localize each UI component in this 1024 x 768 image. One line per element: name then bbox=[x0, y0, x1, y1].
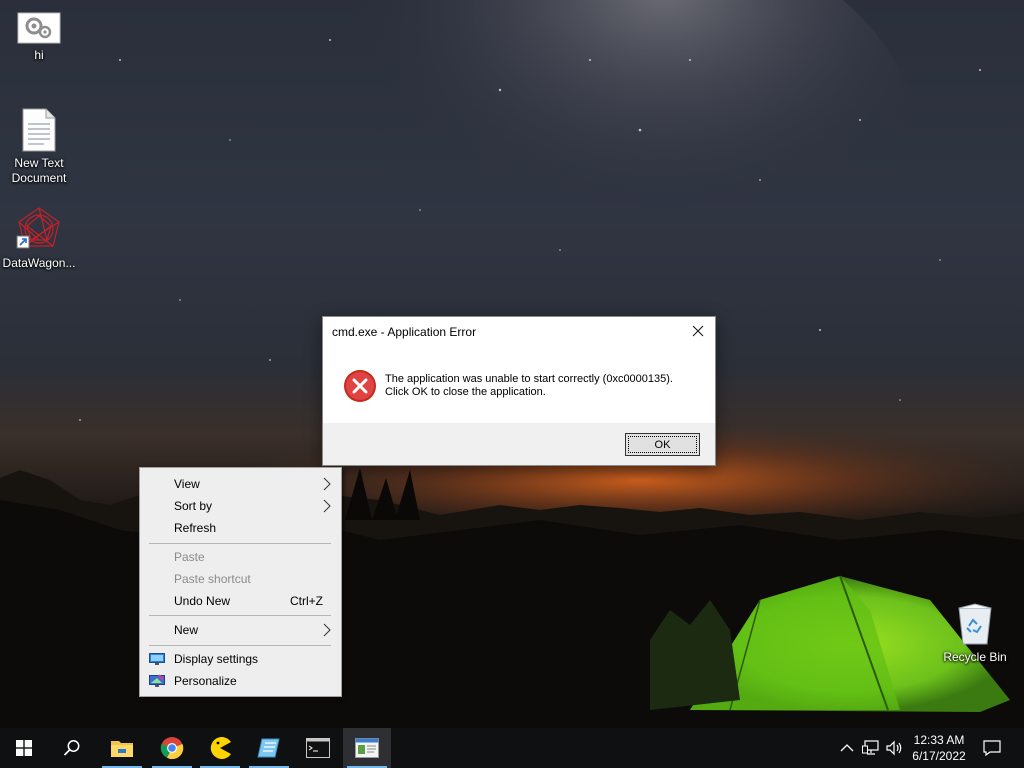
desktop-context-menu: View Sort by Refresh Paste Paste shortcu… bbox=[139, 467, 342, 697]
menu-item-shortcut: Ctrl+Z bbox=[290, 594, 323, 608]
window-icon bbox=[355, 738, 379, 758]
menu-item-label: Display settings bbox=[174, 652, 259, 666]
chevron-right-icon bbox=[323, 499, 331, 513]
taskbar-app-command-prompt[interactable] bbox=[294, 728, 342, 768]
dialog-message: The application was unable to start corr… bbox=[385, 373, 673, 399]
clock-date: 6/17/2022 bbox=[912, 749, 966, 763]
menu-item-paste: Paste bbox=[140, 546, 341, 568]
recycle-bin-icon bbox=[958, 603, 992, 645]
search-button[interactable] bbox=[48, 728, 96, 768]
desktop-icon-label: New Text Document bbox=[11, 156, 67, 185]
personalize-icon bbox=[149, 674, 165, 687]
desktop-icon-datawagon[interactable]: DataWagon... bbox=[0, 206, 78, 271]
menu-separator bbox=[149, 645, 331, 646]
chevron-up-icon bbox=[840, 744, 854, 752]
dialog-title-bar[interactable]: cmd.exe - Application Error bbox=[323, 317, 715, 347]
taskbar-app-file-explorer[interactable] bbox=[98, 728, 146, 768]
menu-item-sort-by[interactable]: Sort by bbox=[140, 495, 341, 517]
menu-item-label: Refresh bbox=[174, 521, 217, 535]
menu-item-label: New bbox=[174, 623, 199, 637]
menu-separator bbox=[149, 543, 331, 544]
menu-item-label: Personalize bbox=[174, 674, 237, 688]
menu-item-label: View bbox=[174, 477, 200, 491]
error-icon bbox=[344, 370, 376, 402]
volume-button[interactable] bbox=[886, 740, 904, 756]
dialog-footer: OK bbox=[323, 423, 715, 465]
action-center-button[interactable] bbox=[982, 740, 1002, 756]
network-button[interactable] bbox=[862, 740, 880, 756]
display-settings-icon bbox=[149, 653, 165, 665]
app-icon bbox=[257, 738, 280, 758]
menu-item-paste-shortcut: Paste shortcut bbox=[140, 568, 341, 590]
menu-item-refresh[interactable]: Refresh bbox=[140, 517, 341, 539]
folder-icon bbox=[111, 741, 133, 757]
chevron-right-icon bbox=[323, 623, 331, 637]
start-button[interactable] bbox=[0, 728, 48, 768]
menu-item-label: Sort by bbox=[174, 499, 213, 513]
taskbar-app-active-window[interactable] bbox=[343, 728, 391, 768]
cmd-icon bbox=[306, 738, 330, 758]
menu-item-personalize[interactable]: Personalize bbox=[140, 670, 341, 692]
dialog-message-line1: The application was unable to start corr… bbox=[385, 373, 673, 385]
network-icon bbox=[862, 740, 879, 755]
chevron-right-icon bbox=[323, 477, 331, 491]
menu-separator bbox=[149, 615, 331, 616]
speaker-icon bbox=[886, 740, 902, 756]
notification-icon bbox=[983, 740, 1001, 756]
taskbar-app-notepad[interactable] bbox=[245, 728, 293, 768]
desktop-icon-label: DataWagon... bbox=[2, 256, 76, 270]
menu-item-undo-new[interactable]: Undo New Ctrl+Z bbox=[140, 590, 341, 612]
menu-item-label: Paste shortcut bbox=[174, 572, 251, 586]
close-button[interactable] bbox=[681, 317, 715, 345]
menu-item-new[interactable]: New bbox=[140, 619, 341, 641]
desktop-icon-new-text-document[interactable]: New Text Document bbox=[0, 108, 78, 186]
menu-item-label: Paste bbox=[174, 550, 205, 564]
search-icon bbox=[63, 740, 80, 756]
desktop-icon-hi[interactable]: hi bbox=[0, 12, 78, 63]
dialog-title: cmd.exe - Application Error bbox=[332, 325, 477, 339]
datawagon-shortcut-icon bbox=[16, 207, 60, 249]
menu-item-label: Undo New bbox=[174, 594, 231, 608]
desktop-icon-recycle-bin[interactable]: Recycle Bin bbox=[936, 602, 1014, 665]
system-clock[interactable]: 12:33 AM 6/17/2022 bbox=[904, 732, 974, 764]
clock-time: 12:33 AM bbox=[913, 733, 965, 747]
windows-logo-icon bbox=[16, 740, 32, 756]
ok-button[interactable]: OK bbox=[625, 433, 700, 456]
dialog-message-line2: Click OK to close the application. bbox=[385, 386, 546, 398]
chrome-icon bbox=[160, 737, 184, 760]
application-error-dialog: cmd.exe - Application Error The applicat… bbox=[322, 316, 716, 466]
desktop-icon-label: hi bbox=[34, 48, 44, 62]
taskbar-app-chrome[interactable] bbox=[148, 728, 196, 768]
taskbar-app-pac-man[interactable] bbox=[196, 728, 244, 768]
settings-image-icon bbox=[17, 12, 61, 44]
show-hidden-icons-button[interactable] bbox=[838, 740, 856, 756]
menu-item-view[interactable]: View bbox=[140, 473, 341, 495]
menu-item-display-settings[interactable]: Display settings bbox=[140, 648, 341, 670]
desktop-icon-label: Recycle Bin bbox=[943, 650, 1007, 664]
taskbar: 12:33 AM 6/17/2022 bbox=[0, 728, 1024, 768]
pacman-icon bbox=[210, 737, 231, 759]
dialog-body: The application was unable to start corr… bbox=[323, 347, 715, 425]
text-document-icon bbox=[22, 108, 56, 152]
close-icon bbox=[692, 325, 704, 337]
